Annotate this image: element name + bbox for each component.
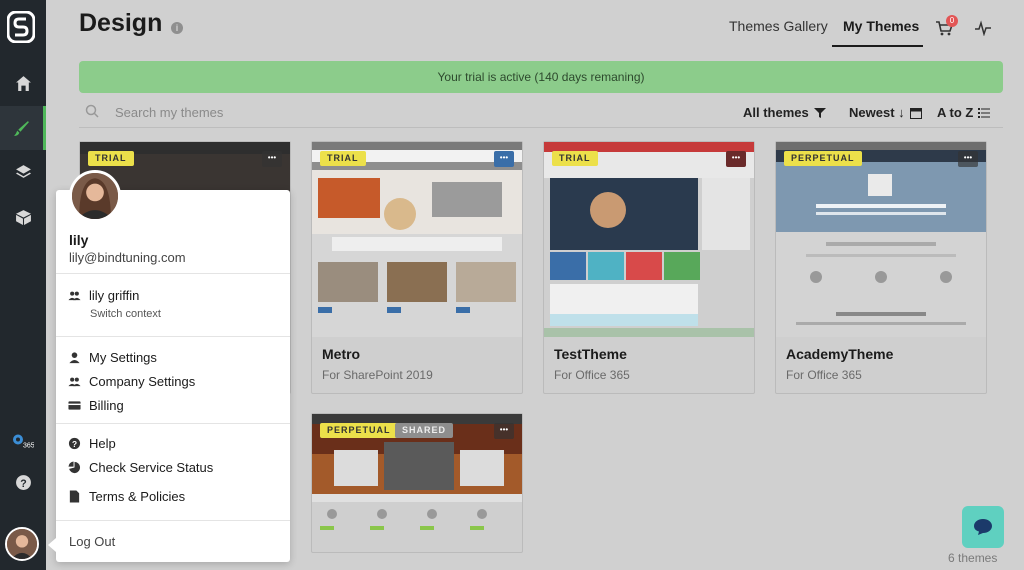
theme-platform: For SharePoint 2019: [322, 368, 433, 382]
switch-context-item[interactable]: lily griffin: [68, 288, 139, 303]
my-settings-label: My Settings: [89, 350, 157, 365]
theme-badge: PERPETUAL: [320, 423, 398, 438]
theme-thumbnail: [776, 142, 986, 337]
theme-card[interactable]: PERPETUAL ••• AcademyTheme For Office 36…: [775, 141, 987, 394]
sort-a-to-z[interactable]: A to Z: [937, 105, 991, 120]
check-service-status-item[interactable]: Check Service Status: [68, 460, 213, 475]
themes-count: 6 themes: [948, 551, 998, 565]
theme-thumbnail: [544, 142, 754, 337]
filter-all-themes[interactable]: All themes: [743, 105, 826, 120]
company-settings-label: Company Settings: [89, 374, 196, 389]
credit-card-icon: [68, 401, 81, 410]
logout-button[interactable]: Log Out: [69, 534, 115, 549]
design-brush-icon: [14, 120, 29, 136]
chat-bubble-icon: [974, 519, 992, 535]
page-title: Design: [79, 9, 163, 37]
terms-policies-item[interactable]: Terms & Policies: [68, 489, 185, 504]
menu-divider: [56, 520, 290, 521]
sidebar-item-help[interactable]: ?: [0, 460, 46, 504]
company-settings-item[interactable]: Company Settings: [68, 374, 195, 389]
office365-settings-icon: 365: [13, 434, 34, 449]
tab-themes-gallery[interactable]: Themes Gallery: [729, 18, 828, 34]
help-item[interactable]: ? Help: [68, 436, 116, 451]
theme-menu-button[interactable]: •••: [262, 151, 282, 167]
theme-thumbnail: [312, 142, 522, 337]
avatar: [7, 529, 37, 559]
theme-platform: For Office 365: [554, 368, 630, 382]
package-icon: [15, 209, 31, 225]
sidebar-item-layers[interactable]: [0, 150, 46, 194]
terms-policies-label: Terms & Policies: [89, 489, 186, 504]
sidebar-item-office365[interactable]: 365: [0, 418, 46, 462]
my-settings-item[interactable]: My Settings: [68, 350, 157, 365]
cart-count-badge: 0: [946, 15, 958, 27]
shared-badge: SHARED: [395, 423, 454, 438]
office365-label: 365: [23, 442, 34, 449]
sidebar-item-design[interactable]: [0, 106, 46, 150]
sort-newest[interactable]: Newest ↓: [849, 105, 922, 120]
theme-name[interactable]: AcademyTheme: [786, 346, 893, 362]
bindtuning-logo-icon[interactable]: [7, 11, 35, 43]
theme-menu-button[interactable]: •••: [958, 151, 978, 167]
user-menu-popup: lily lily@bindtuning.com lily griffin Sw…: [56, 170, 290, 562]
theme-card[interactable]: PERPETUAL SHARED •••: [311, 413, 523, 553]
sidebar: 365 ?: [0, 0, 46, 570]
theme-badge: TRIAL: [88, 151, 134, 166]
theme-menu-button[interactable]: •••: [726, 151, 746, 167]
check-service-status-label: Check Service Status: [89, 460, 214, 475]
user-icon: [69, 352, 80, 364]
pie-chart-icon: [68, 461, 81, 474]
theme-platform: For Office 365: [786, 368, 862, 382]
theme-menu-button[interactable]: •••: [494, 151, 514, 167]
menu-divider: [56, 273, 290, 274]
theme-card[interactable]: TRIAL ••• Metro For SharePoint 2019: [311, 141, 523, 394]
menu-divider: [56, 423, 290, 424]
popup-pointer: [48, 538, 56, 552]
user-name: lily: [69, 232, 89, 248]
search-underline: [79, 127, 1003, 128]
menu-divider: [56, 336, 290, 337]
document-icon: [69, 490, 80, 503]
user-email: lily@bindtuning.com: [69, 250, 186, 265]
home-icon: [15, 75, 31, 91]
calendar-icon: [909, 107, 922, 119]
switch-context-label[interactable]: Switch context: [90, 308, 161, 320]
active-tab-indicator: [832, 45, 923, 47]
sort-newest-label: Newest ↓: [849, 105, 905, 120]
theme-badge: TRIAL: [552, 151, 598, 166]
sidebar-item-packages[interactable]: [0, 195, 46, 239]
theme-name[interactable]: Metro: [322, 346, 360, 362]
tab-my-themes[interactable]: My Themes: [843, 18, 919, 34]
help-icon: ?: [15, 474, 31, 490]
layers-icon: [15, 164, 31, 178]
theme-name[interactable]: TestTheme: [554, 346, 627, 362]
context-name: lily griffin: [89, 288, 140, 303]
search-input[interactable]: [115, 101, 675, 123]
billing-label: Billing: [89, 398, 124, 413]
trial-banner: Your trial is active (140 days remaning): [79, 61, 1003, 93]
users-icon: [68, 377, 81, 387]
help-glyph: ?: [20, 477, 26, 489]
sort-a-to-z-label: A to Z: [937, 105, 974, 120]
users-icon: [68, 291, 81, 301]
help-glyph: ?: [72, 439, 77, 449]
theme-menu-button[interactable]: •••: [494, 423, 514, 439]
avatar: [69, 170, 121, 222]
sidebar-item-home[interactable]: [0, 61, 46, 105]
help-label: Help: [89, 436, 116, 451]
chat-button[interactable]: [962, 506, 1004, 548]
filter-all-themes-label: All themes: [743, 105, 809, 120]
theme-card[interactable]: TRIAL ••• TestTheme For Office 365: [543, 141, 755, 394]
funnel-icon: [813, 107, 826, 118]
user-avatar-button[interactable]: [5, 527, 39, 561]
activity-icon[interactable]: [974, 20, 992, 36]
search-icon: [85, 104, 99, 118]
question-circle-icon: ?: [68, 437, 81, 450]
theme-badge: TRIAL: [320, 151, 366, 166]
list-icon: [978, 107, 991, 118]
billing-item[interactable]: Billing: [68, 398, 124, 413]
info-icon[interactable]: i: [171, 22, 183, 34]
theme-badge: PERPETUAL: [784, 151, 862, 166]
